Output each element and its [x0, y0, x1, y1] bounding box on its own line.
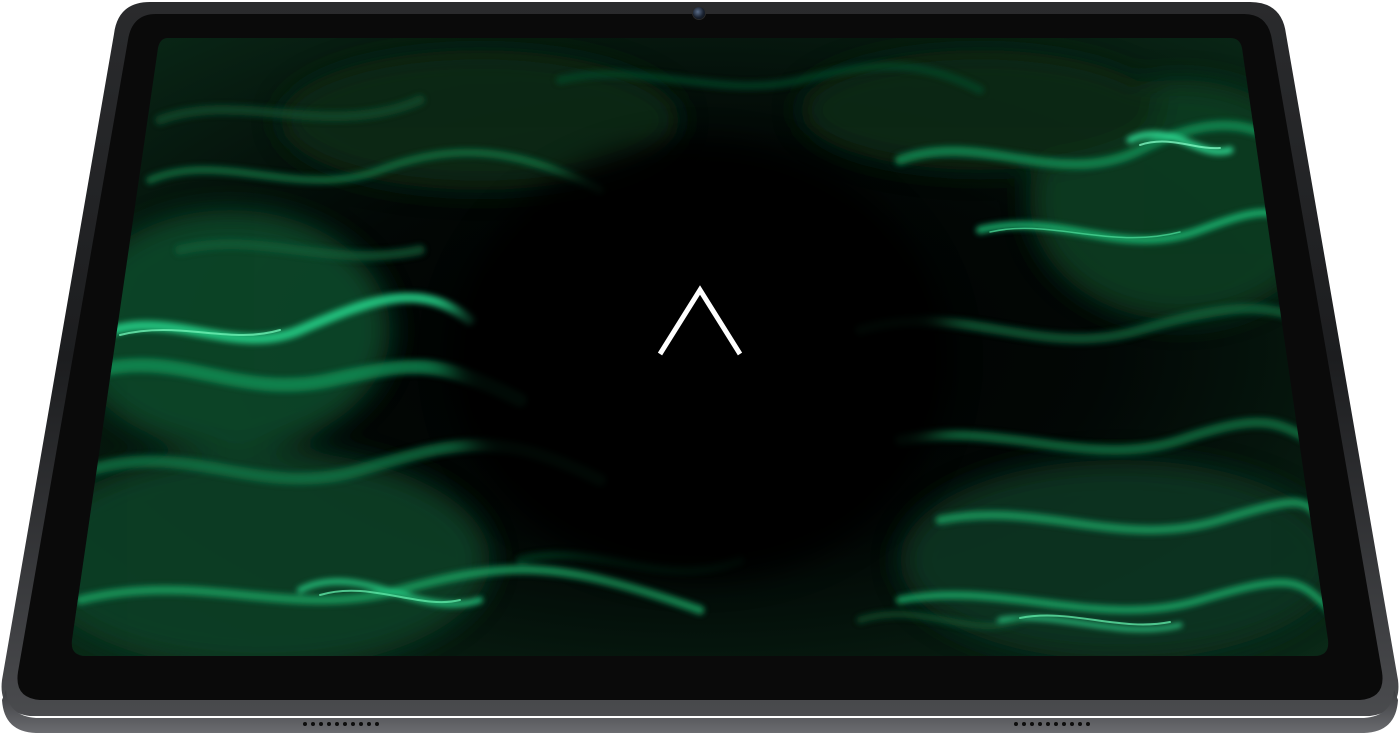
speaker-grille-icon: [1014, 722, 1090, 726]
speaker-grille-icon: [303, 722, 379, 726]
chevron-up-logo-icon: [656, 284, 744, 358]
product-photo: [0, 0, 1400, 734]
front-camera-icon: [693, 7, 705, 19]
tablet-device: [0, 0, 1400, 734]
